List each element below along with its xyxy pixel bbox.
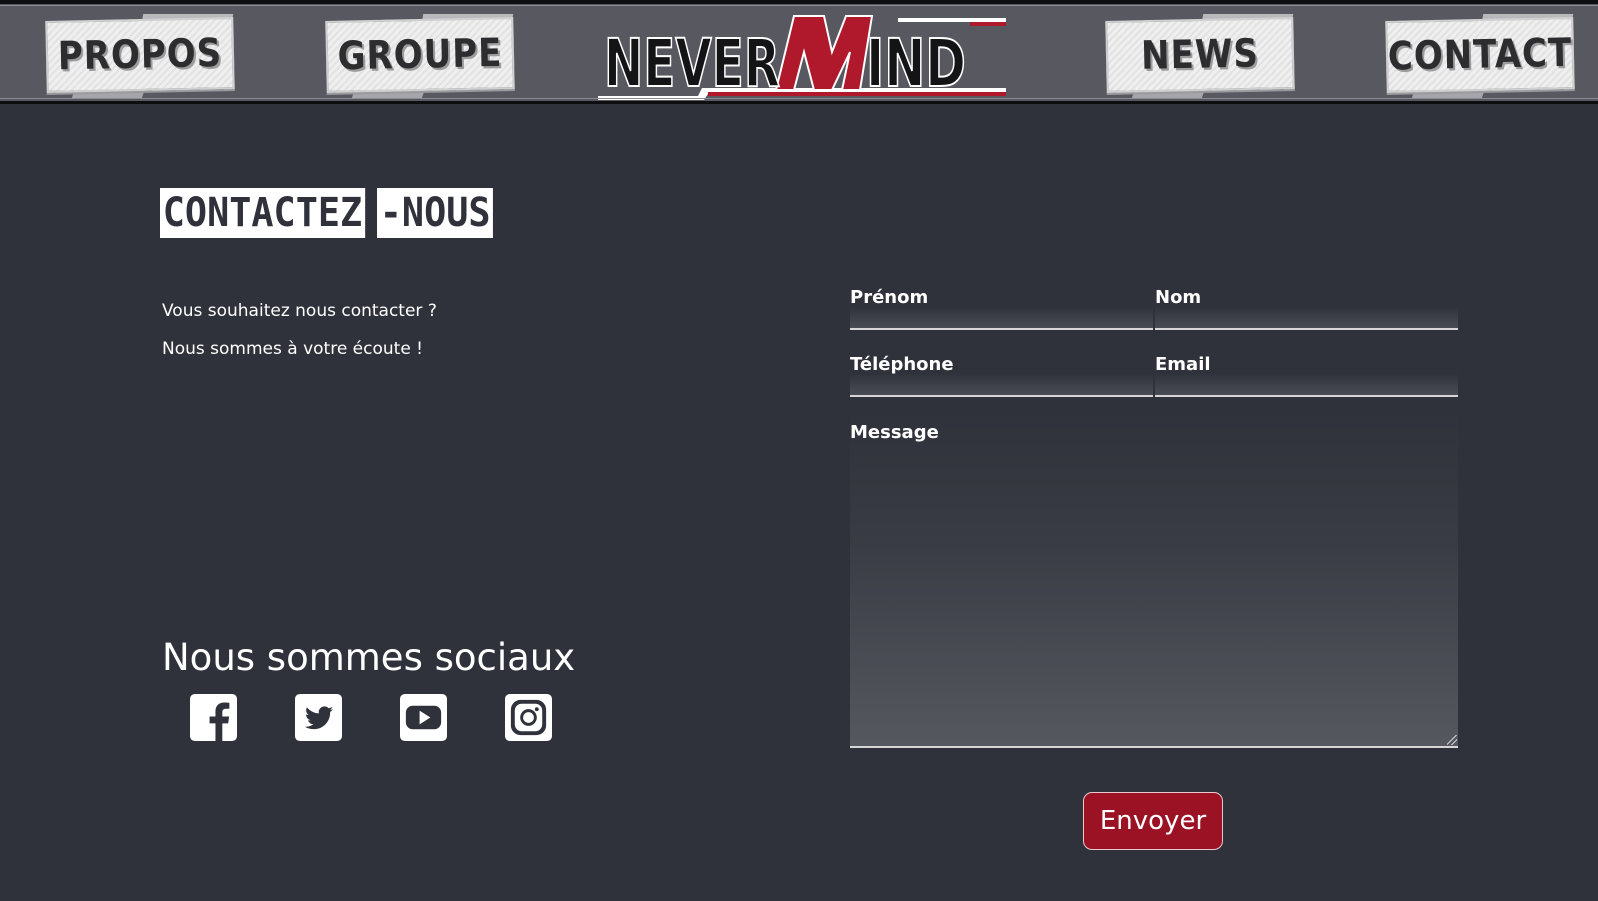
intro-line: Nous sommes à votre écoute ! (162, 339, 424, 359)
phone-input[interactable] (850, 359, 1153, 395)
nav-item-label: CONTACT (1387, 30, 1573, 80)
intro-line: Vous souhaitez nous contacter ? (162, 301, 437, 321)
resize-handle[interactable] (1447, 735, 1457, 745)
nav-item-label: PROPOS (57, 30, 223, 80)
youtube-icon[interactable] (400, 694, 447, 741)
instagram-icon[interactable] (505, 694, 552, 741)
page-title: CONTACTEZ -NOUS (160, 186, 503, 240)
email-field[interactable]: Email (1155, 354, 1458, 397)
svg-text:NEVER: NEVER (604, 25, 780, 102)
nav-item-label: GROUPE (337, 30, 503, 80)
twitter-icon[interactable] (295, 694, 342, 741)
logo-graphic: NEVER IND (598, 15, 1006, 103)
top-navigation-bar: PROPOS GROUPE NEVER IND NEWS CONTACT (0, 0, 1598, 104)
intro-text: Vous souhaitez nous contacter ? Nous som… (162, 292, 437, 368)
firstname-field[interactable]: Prénom (850, 287, 1153, 330)
nevermind-logo[interactable]: NEVER IND (598, 12, 1020, 103)
social-heading: Nous sommes sociaux (162, 636, 576, 679)
message-field[interactable]: Message (850, 412, 1458, 748)
nav-item-news[interactable]: NEWS (1105, 14, 1295, 98)
facebook-icon[interactable] (190, 694, 237, 741)
nav-item-groupe[interactable]: GROUPE (325, 14, 515, 98)
nav-item-label: NEWS (1140, 30, 1260, 80)
page-title-part: CONTACTEZ (160, 188, 365, 238)
lastname-input[interactable] (1155, 292, 1458, 328)
message-textarea[interactable] (850, 412, 1458, 746)
nav-item-propos[interactable]: PROPOS (45, 14, 235, 98)
phone-field[interactable]: Téléphone (850, 354, 1153, 397)
svg-text:IND: IND (866, 25, 966, 102)
email-input[interactable] (1155, 359, 1458, 395)
lastname-field[interactable]: Nom (1155, 287, 1458, 330)
nav-item-contact[interactable]: CONTACT (1385, 14, 1575, 98)
social-links (190, 694, 552, 741)
submit-button[interactable]: Envoyer (1083, 792, 1223, 850)
firstname-input[interactable] (850, 292, 1153, 328)
page-title-part: -NOUS (376, 188, 494, 238)
